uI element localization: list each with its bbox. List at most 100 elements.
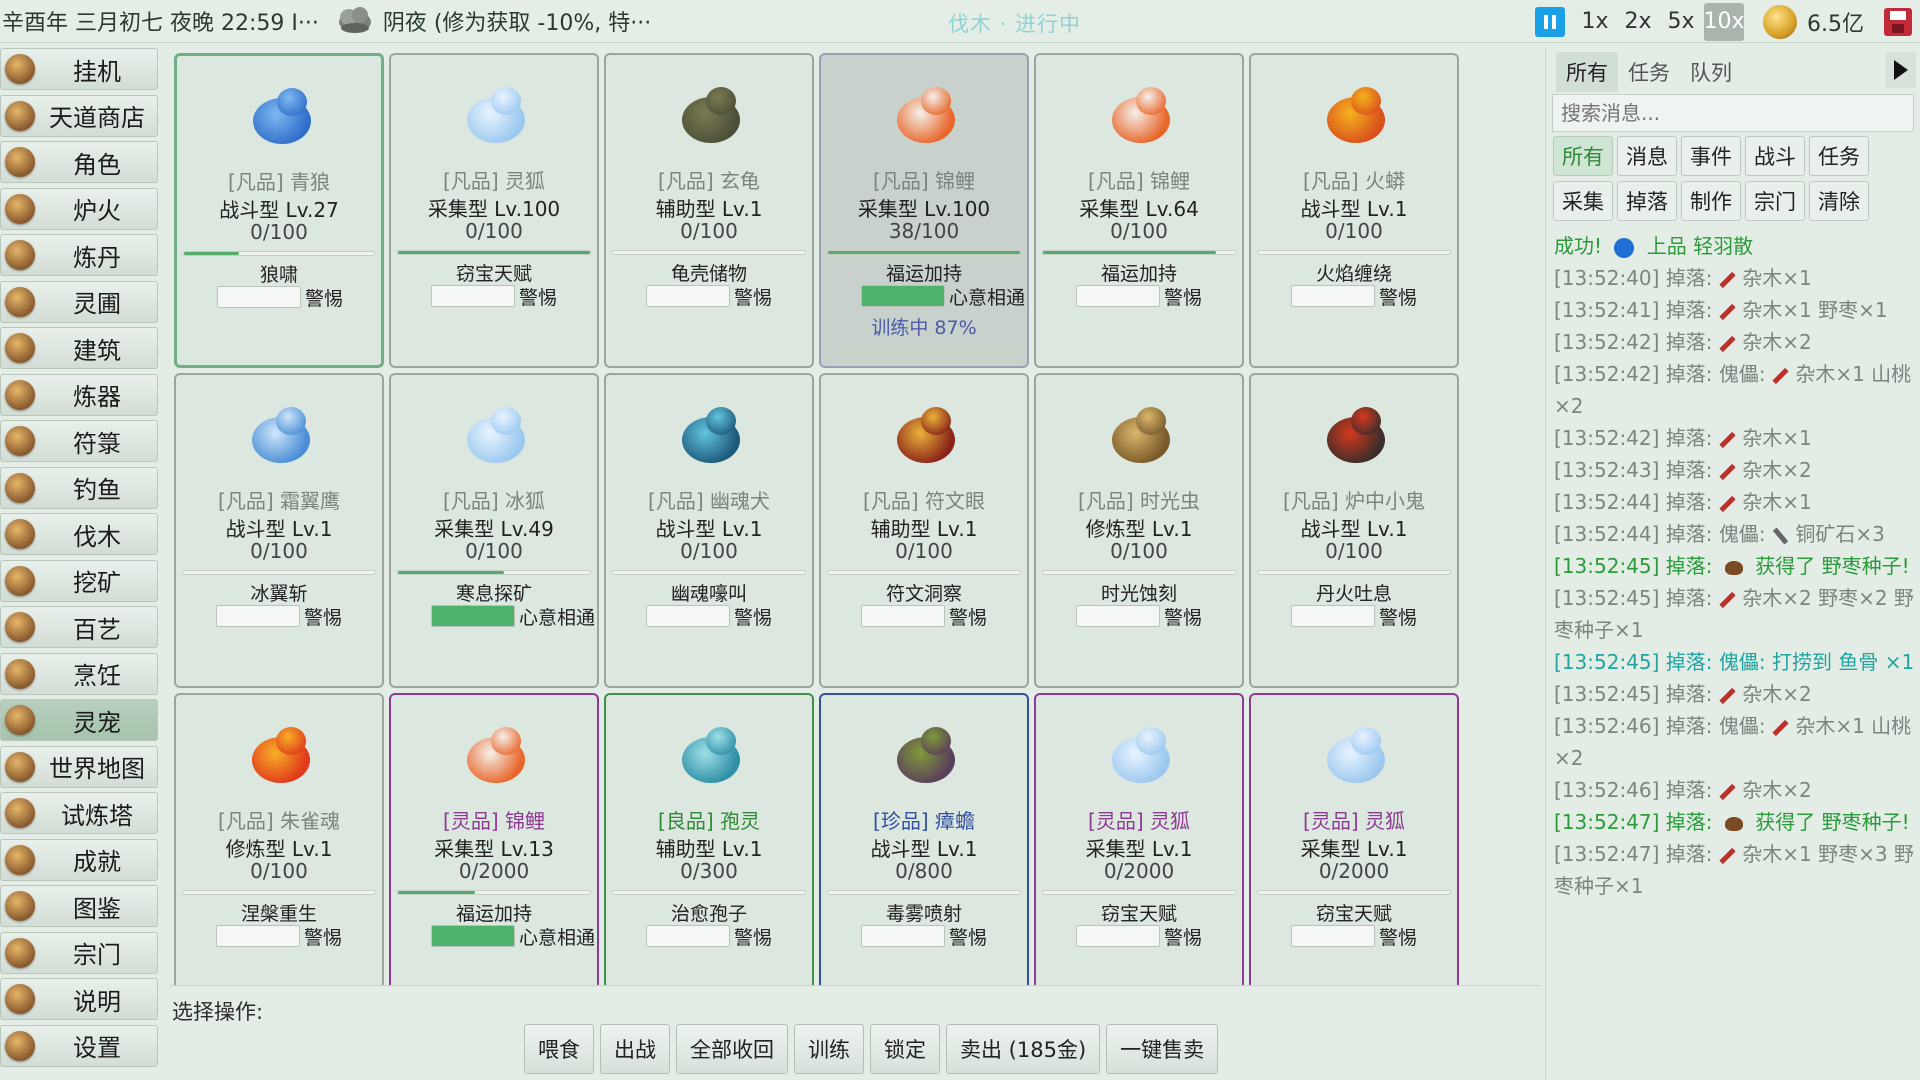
menu-item-6[interactable]: 建筑 [0, 327, 158, 369]
clear-log-button[interactable]: 清除 [1809, 181, 1869, 221]
pet-card[interactable]: [良品] 孢灵 辅助型 Lv.1 0/300 治愈孢子 警惕 [604, 693, 814, 1008]
mood-row: 警惕 [646, 283, 772, 309]
menu-item-12[interactable]: 百艺 [0, 606, 158, 648]
map-icon [5, 751, 35, 782]
expand-arrow-icon[interactable] [1886, 52, 1916, 88]
koi-icon [891, 87, 961, 151]
filter-button[interactable]: 宗门 [1745, 181, 1805, 221]
speed-button-1x[interactable]: 1x [1575, 3, 1615, 41]
pet-card[interactable]: [凡品] 霜翼鹰 战斗型 Lv.1 0/100 冰翼斩 警惕 [174, 373, 384, 688]
deploy-button[interactable]: 出战 [600, 1024, 670, 1074]
menu-item-10[interactable]: 伐木 [0, 513, 158, 555]
pet-card[interactable]: [凡品] 锦鲤 采集型 Lv.64 0/100 福运加持 警惕 [1034, 53, 1244, 368]
mood-bar [861, 285, 945, 307]
pet-card[interactable]: [凡品] 玄龟 辅助型 Lv.1 0/100 龟壳储物 警惕 [604, 53, 814, 368]
menu-item-7[interactable]: 炼器 [0, 373, 158, 416]
mood-row: 警惕 [1291, 923, 1417, 949]
mood-label: 心意相通 [949, 286, 1026, 309]
menu-item-8[interactable]: 符箓 [0, 420, 158, 462]
pet-type-level: 战斗型 Lv.27 [219, 198, 339, 222]
save-icon[interactable] [1884, 7, 1912, 36]
log-entry: [13:52:42] 掉落: 杂木×1 [1554, 426, 1812, 450]
menu-item-19[interactable]: 宗门 [0, 931, 158, 974]
tab-quests[interactable]: 任务 [1618, 52, 1680, 92]
menu-item-label: 试炼塔 [61, 801, 133, 830]
pet-card[interactable]: [凡品] 朱雀魂 修炼型 Lv.1 0/100 涅槃重生 警惕 [174, 693, 384, 1008]
coin-icon [1763, 4, 1797, 39]
ghost-hound-icon [676, 407, 746, 471]
menu-item-18[interactable]: 图鉴 [0, 885, 158, 927]
mood-bar [1291, 285, 1375, 307]
speed-button-2x[interactable]: 2x [1618, 3, 1658, 41]
pet-card[interactable]: [凡品] 炉中小鬼 战斗型 Lv.1 0/100 丹火吐息 警惕 [1249, 373, 1459, 688]
koi-icon [461, 727, 531, 791]
recall-all-button[interactable]: 全部收回 [676, 1024, 788, 1074]
menu-item-21[interactable]: 设置 [0, 1024, 158, 1067]
feed-button[interactable]: 喂食 [524, 1024, 594, 1074]
pet-name: [凡品] 玄龟 [658, 169, 760, 193]
menu-item-17[interactable]: 成就 [0, 838, 158, 881]
filter-button[interactable]: 任务 [1809, 136, 1869, 176]
exp-progress-bar [397, 570, 591, 575]
blue-orb-icon [1614, 237, 1635, 258]
pet-card[interactable]: [凡品] 灵狐 采集型 Lv.100 0/100 窃宝天赋 警惕 [389, 53, 599, 368]
speed-button-5x[interactable]: 5x [1661, 3, 1701, 41]
menu-item-label: 宗门 [73, 941, 121, 969]
pet-card[interactable]: [凡品] 冰狐 采集型 Lv.49 0/100 寒息探矿 心意相通 [389, 373, 599, 688]
pet-exp-value: 38/100 [888, 219, 960, 243]
pet-card[interactable]: [凡品] 锦鲤 采集型 Lv.100 38/100 福运加持 心意相通 训练中 87% [819, 53, 1029, 368]
menu-item-1[interactable]: 天道商店 [0, 94, 158, 137]
pause-button[interactable] [1535, 6, 1565, 37]
filter-button[interactable]: 事件 [1681, 136, 1741, 176]
menu-item-3[interactable]: 炉火 [0, 187, 158, 230]
train-button[interactable]: 训练 [794, 1024, 864, 1074]
menu-item-4[interactable]: 炼丹 [0, 234, 158, 276]
filter-button[interactable]: 所有 [1553, 136, 1613, 176]
pet-skill: 丹火吐息 [1315, 583, 1392, 605]
pet-card[interactable]: [凡品] 火蟒 战斗型 Lv.1 0/100 火焰缠绕 警惕 [1249, 53, 1459, 368]
menu-item-5[interactable]: 灵圃 [0, 280, 158, 323]
speed-button-10x[interactable]: 10x [1704, 2, 1745, 41]
menu-item-0[interactable]: 挂机 [0, 48, 158, 90]
menu-item-15[interactable]: 世界地图 [0, 745, 158, 788]
pet-name: [凡品] 火蟒 [1303, 169, 1405, 193]
pet-card[interactable]: [灵品] 锦鲤 采集型 Lv.13 0/2000 福运加持 心意相通 [389, 693, 599, 1008]
filter-button[interactable]: 制作 [1681, 181, 1741, 221]
filter-button[interactable]: 采集 [1553, 181, 1613, 221]
sell-button[interactable]: 卖出 (185金) [946, 1024, 1101, 1074]
menu-item-13[interactable]: 烹饪 [0, 652, 158, 695]
pet-card[interactable]: [凡品] 时光虫 修炼型 Lv.1 0/100 时光蚀刻 警惕 [1034, 373, 1244, 688]
pet-name: [灵品] 锦鲤 [443, 809, 545, 833]
pet-card[interactable]: [珍品] 瘴蟾 战斗型 Lv.1 0/800 毒雾喷射 警惕 [819, 693, 1029, 1008]
menu-item-9[interactable]: 钓鱼 [0, 466, 158, 509]
sell-all-button[interactable]: 一键售卖 [1106, 1024, 1219, 1074]
filter-button[interactable]: 消息 [1617, 136, 1677, 176]
mood-label: 警惕 [1379, 926, 1418, 949]
message-log[interactable]: 成功! 上品 轻羽散 [13:52:40] 掉落: 杂木×1 [13:52:41] … [1554, 230, 1916, 1078]
mood-row: 警惕 [1291, 283, 1417, 309]
weather-text: 阴夜 (修为获取 -10%, 特··· [382, 11, 652, 36]
menu-item-2[interactable]: 角色 [0, 141, 158, 183]
filter-button[interactable]: 战斗 [1745, 136, 1805, 176]
menu-item-20[interactable]: 说明 [0, 978, 158, 1020]
pet-card[interactable]: [凡品] 符文眼 辅助型 Lv.1 0/100 符文洞察 警惕 [819, 373, 1029, 688]
menu-item-16[interactable]: 试炼塔 [0, 792, 158, 834]
menu-item-label: 灵宠 [73, 708, 121, 737]
tab-all[interactable]: 所有 [1556, 52, 1618, 92]
menu-item-14[interactable]: 灵宠 [0, 699, 158, 741]
pickaxe-icon [5, 565, 35, 596]
pet-skill: 时光蚀刻 [1100, 583, 1177, 605]
pet-card[interactable]: [灵品] 灵狐 采集型 Lv.1 0/2000 窃宝天赋 警惕 [1249, 693, 1459, 1008]
exp-progress-bar [1042, 570, 1236, 575]
pet-card[interactable]: [灵品] 灵狐 采集型 Lv.1 0/2000 窃宝天赋 警惕 [1034, 693, 1244, 1008]
mood-label: 警惕 [949, 926, 988, 949]
filter-button[interactable]: 掉落 [1617, 181, 1677, 221]
pet-card[interactable]: [凡品] 青狼 战斗型 Lv.27 0/100 狼啸 警惕 [174, 53, 384, 368]
pet-type-level: 采集型 Lv.100 [857, 197, 991, 221]
menu-item-11[interactable]: 挖矿 [0, 559, 158, 602]
tab-queue[interactable]: 队列 [1680, 52, 1742, 92]
message-search-input[interactable] [1552, 94, 1914, 132]
pet-card[interactable]: [凡品] 幽魂犬 战斗型 Lv.1 0/100 幽魂嚎叫 警惕 [604, 373, 814, 688]
pet-exp-value: 0/100 [250, 859, 308, 883]
lock-button[interactable]: 锁定 [870, 1024, 940, 1074]
